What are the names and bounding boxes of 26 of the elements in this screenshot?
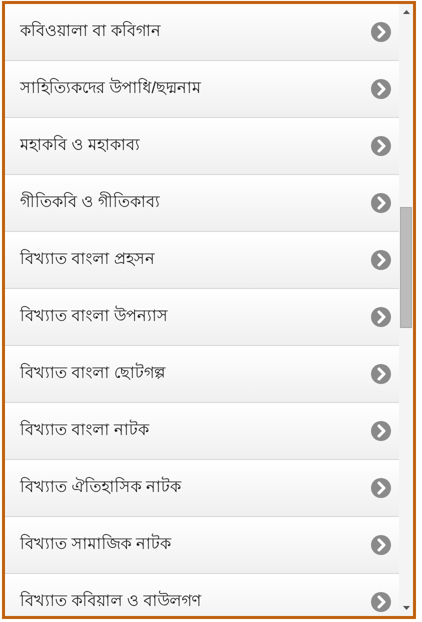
item-label: বিখ্যাত বাংলা ছোটগল্প — [20, 362, 165, 386]
scroll-up-icon[interactable] — [402, 10, 410, 14]
scrollbar[interactable] — [399, 4, 413, 616]
item-label: বিখ্যাত বাংলা প্রহসন — [20, 248, 155, 270]
chevron-right-icon — [371, 22, 391, 42]
chevron-right-icon — [371, 250, 391, 270]
item-label: গীতিকবি ও গীতিকাব্য — [20, 191, 160, 215]
item-label: বিখ্যাত সামাজিক নাটক — [20, 533, 171, 557]
item-label: কবিওয়ালা বা কবিগান — [20, 20, 161, 42]
chevron-right-icon — [371, 535, 391, 555]
item-label: বিখ্যাত বাংলা নাটক — [20, 419, 149, 443]
item-label: বিখ্যাত ঐতিহাসিক নাটক — [20, 476, 181, 500]
chevron-right-icon — [371, 592, 391, 612]
chevron-right-icon — [371, 136, 391, 156]
chevron-right-icon — [371, 307, 391, 327]
scroll-down-icon[interactable] — [402, 606, 410, 610]
chevron-right-icon — [371, 421, 391, 441]
chevron-right-icon — [371, 478, 391, 498]
item-label: সাহিত্যিকদের উপাধি/ছদ্মনাম — [20, 77, 201, 101]
item-label: বিখ্যাত বাংলা উপন্যাস — [20, 305, 168, 329]
item-label: বিখ্যাত কবিয়াল ও বাউলগণ — [20, 590, 202, 614]
item-label: মহাকবি ও মহাকাব্য — [20, 134, 140, 156]
chevron-right-icon — [371, 364, 391, 384]
scrollbar-thumb[interactable] — [400, 207, 412, 328]
chevron-right-icon — [371, 79, 391, 99]
chevron-right-icon — [371, 193, 391, 213]
